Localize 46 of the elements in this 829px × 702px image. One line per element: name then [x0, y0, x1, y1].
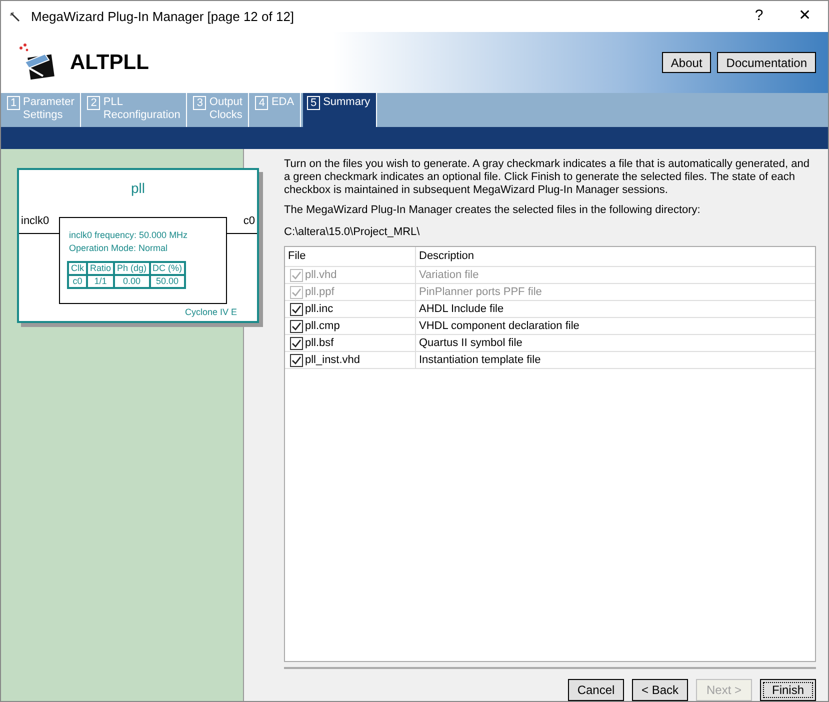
column-header: File [285, 247, 416, 266]
file-description: PinPlanner ports PPF file [418, 284, 542, 300]
finish-button[interactable]: Finish [760, 679, 816, 701]
file-name: pll.ppf [305, 284, 334, 300]
about-button[interactable]: About [662, 52, 712, 73]
directory-label: The MegaWizard Plug-In Manager creates the selected files in the following directory: [284, 203, 702, 218]
clock-table-cell: 1/1 [87, 275, 114, 288]
column-header: Description [418, 249, 474, 264]
wand-icon [9, 10, 21, 22]
input-port-label: inclk0 [21, 214, 50, 228]
file-name: pll_inst.vhd [305, 352, 360, 368]
frequency-text: inclk0 frequency: 50.000 MHz [69, 229, 188, 242]
checkbox[interactable] [290, 320, 303, 332]
cancel-button[interactable]: Cancel [568, 679, 624, 701]
tab[interactable]: 5 Summary [303, 93, 378, 127]
clock-table-header: Clk [68, 262, 87, 275]
file-description: AHDL Include file [418, 302, 504, 317]
checkbox[interactable] [290, 302, 303, 316]
clock-table-cell: 50.00 [150, 275, 186, 288]
clock-table-header: Ratio [87, 262, 114, 275]
file-description: Instantiation template file [418, 352, 541, 368]
close-button[interactable]: ✕ [782, 1, 828, 32]
checkbox[interactable] [290, 354, 303, 366]
file-name: pll.bsf [305, 336, 334, 351]
clock-table-header: DC (%) [150, 262, 186, 275]
clock-table-header: Ph (dg) [114, 262, 150, 275]
checkbox[interactable] [290, 336, 303, 350]
documentation-button[interactable]: Documentation [717, 52, 816, 73]
instructions-text: Turn on the files you wish to generate. A gray checkmark indicates a file that is automatically generated, and a green checkmark indicates an optional file. Click Finish to generate the selected files. The state of each checkbox is maintained in subsequent MegaWizard Plug-In Manager sessions. [284, 158, 810, 197]
mode-text: Operation Mode: Normal [69, 242, 168, 255]
help-button[interactable]: ? [736, 1, 782, 32]
file-name: pll.inc [305, 302, 334, 317]
file-description: VHDL component declaration file [418, 318, 580, 334]
component-title: ALTPLL [70, 50, 149, 76]
clock-table-cell: 0.00 [114, 275, 150, 288]
window-title: MegaWizard Plug-In Manager [page 12 of 12] [31, 8, 294, 26]
file-description: Quartus II symbol file [418, 336, 522, 351]
file-description: Variation file [418, 268, 479, 283]
file-name: pll.vhd [305, 268, 337, 283]
device-label: Cyclone IV E [184, 306, 237, 319]
back-button[interactable]: < Back [632, 679, 688, 701]
file-name: pll.cmp [305, 318, 340, 334]
output-port-label: c0 [243, 214, 255, 228]
directory-path: C:\altera\15.0\Project_MRL\ [284, 224, 421, 240]
clock-table-cell: c0 [68, 275, 87, 288]
block-name: pll [130, 179, 146, 198]
